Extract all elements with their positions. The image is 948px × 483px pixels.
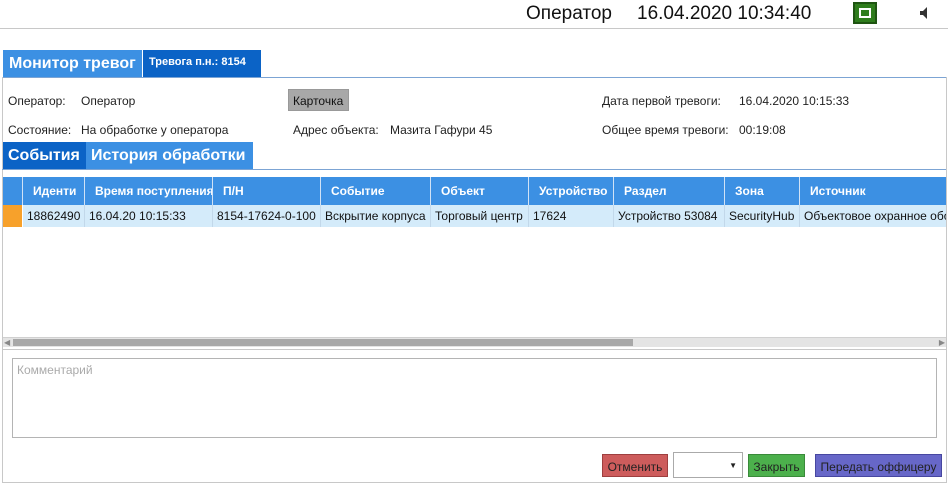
network-connected-icon xyxy=(853,2,877,24)
column-header-time[interactable]: Время поступления xyxy=(85,177,213,205)
column-header-device[interactable]: Устройство xyxy=(529,177,614,205)
column-header-event[interactable]: Событие xyxy=(321,177,431,205)
comment-divider xyxy=(2,349,946,350)
grid-divider xyxy=(2,169,946,170)
column-header-source[interactable]: Источник xyxy=(800,177,946,205)
column-header-marker[interactable] xyxy=(3,177,23,205)
address-value: Мазита Гафури 45 xyxy=(390,123,493,137)
tab-alarm-monitor[interactable]: Монитор тревог xyxy=(3,50,142,77)
table-cell-source[interactable]: Объектовое охранное оборудование xyxy=(800,205,946,227)
cancel-button[interactable]: Отменить xyxy=(602,454,668,477)
speaker-icon[interactable] xyxy=(918,6,932,20)
operator-label: Оператор: xyxy=(8,94,66,108)
table-horizontal-scrollbar[interactable]: ◀ ▶ xyxy=(3,337,946,347)
row-status-marker xyxy=(3,205,22,227)
table-cell-object[interactable]: Торговый центр xyxy=(431,205,529,227)
address-label: Адрес объекта: xyxy=(293,123,379,137)
table-cell-pn[interactable]: 8154-17624-0-100 xyxy=(213,205,321,227)
tab-alarm-8154[interactable]: Тревога п.н.: 8154 xyxy=(143,50,261,77)
column-header-id[interactable]: Иденти xyxy=(23,177,85,205)
events-table: Иденти Время поступления П/Н Событие Объ… xyxy=(3,177,946,347)
current-operator: Оператор xyxy=(526,3,612,24)
table-cell-section[interactable]: Устройство 53084 xyxy=(614,205,725,227)
chevron-down-icon: ▼ xyxy=(729,461,737,470)
tab-processing-history[interactable]: История обработки xyxy=(86,142,253,169)
first-alarm-value: 16.04.2020 10:15:33 xyxy=(739,94,850,108)
column-header-object[interactable]: Объект xyxy=(431,177,529,205)
first-alarm-label: Дата первой тревоги: xyxy=(602,94,721,108)
state-value: На обработке у оператора xyxy=(81,123,229,137)
state-label: Состояние: xyxy=(8,123,72,137)
column-header-section[interactable]: Раздел xyxy=(614,177,725,205)
column-header-zone[interactable]: Зона xyxy=(725,177,800,205)
table-cell-event[interactable]: Вскрытие корпуса xyxy=(321,205,431,227)
action-select[interactable]: ▼ xyxy=(673,452,743,478)
total-time-value: 00:19:08 xyxy=(739,123,786,137)
top-bar: Оператор 16.04.2020 10:34:40 xyxy=(0,0,948,29)
close-button[interactable]: Закрыть xyxy=(748,454,805,477)
total-time-label: Общее время тревоги: xyxy=(602,123,729,137)
table-cell-id[interactable]: 18862490 xyxy=(23,205,85,227)
table-cell-zone[interactable]: SecurityHub xyxy=(725,205,800,227)
operator-value: Оператор xyxy=(81,94,136,108)
panel-divider xyxy=(2,77,946,78)
pass-to-officer-button[interactable]: Передать оффицеру xyxy=(815,454,942,477)
scroll-right-icon[interactable]: ▶ xyxy=(939,338,945,347)
tab-events[interactable]: События xyxy=(3,142,86,169)
scrollbar-thumb[interactable] xyxy=(13,339,633,346)
current-datetime: 16.04.2020 10:34:40 xyxy=(637,3,812,24)
card-button[interactable]: Карточка xyxy=(288,89,349,111)
table-cell-device[interactable]: 17624 xyxy=(529,205,614,227)
scroll-left-icon[interactable]: ◀ xyxy=(4,338,10,347)
column-header-pn[interactable]: П/Н xyxy=(213,177,321,205)
table-cell-time[interactable]: 16.04.20 10:15:33 xyxy=(85,205,213,227)
comment-input[interactable] xyxy=(12,358,937,438)
panel-border-right xyxy=(946,77,947,483)
